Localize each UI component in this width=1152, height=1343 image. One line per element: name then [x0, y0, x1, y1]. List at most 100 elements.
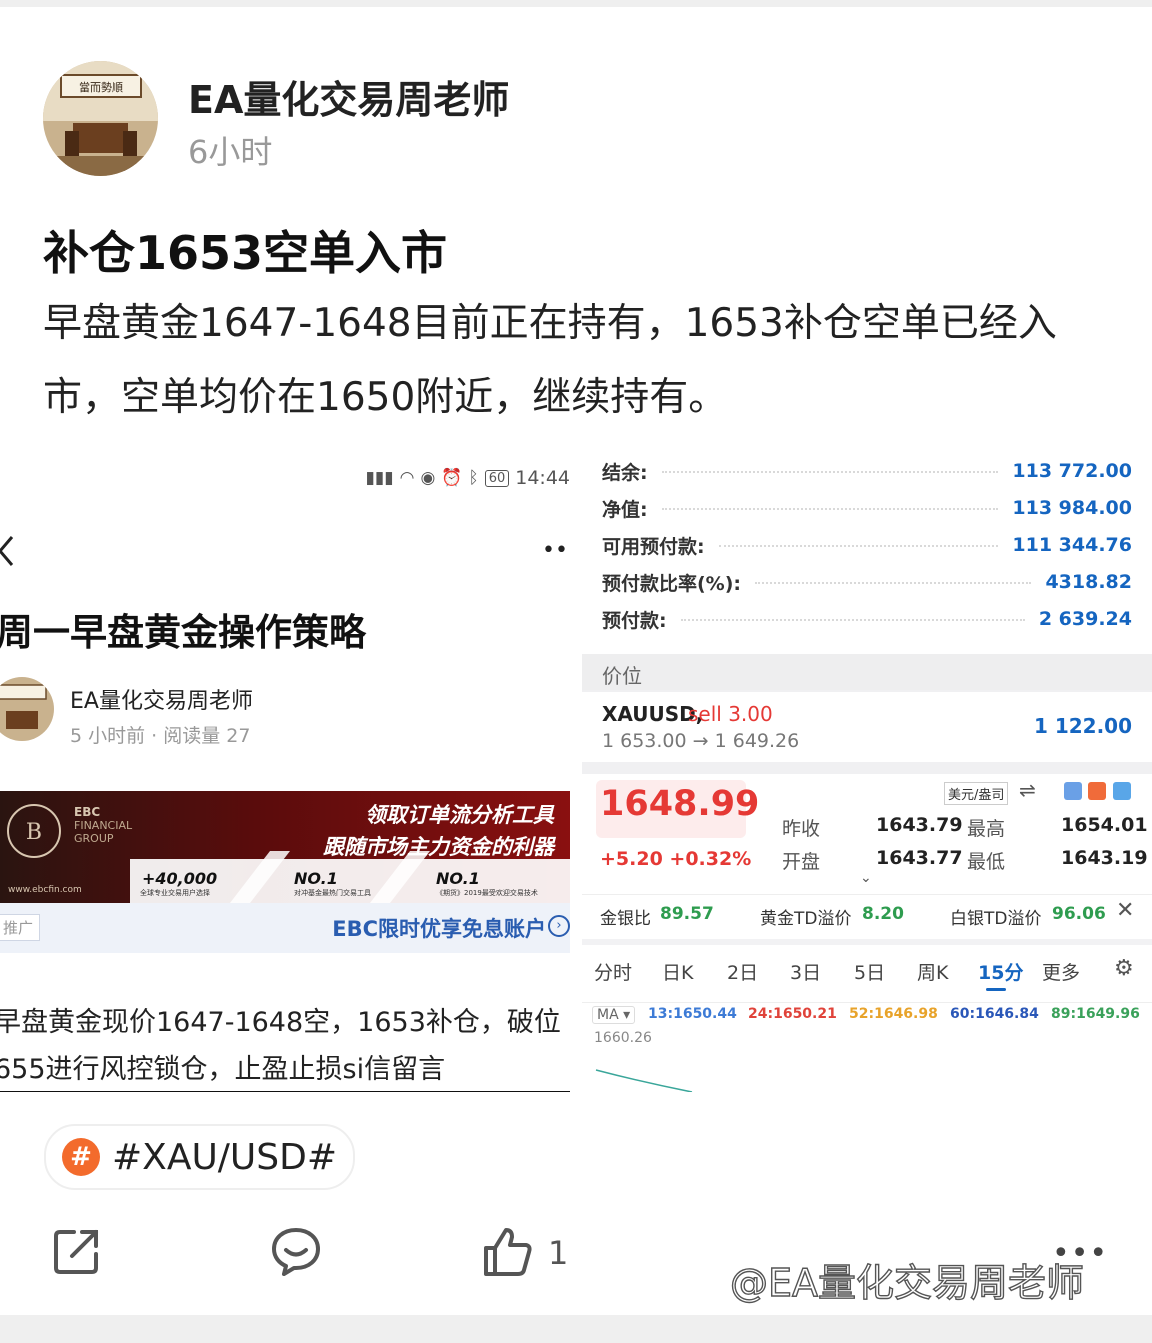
banner-stat3-sub: 《期货》2019最受欢迎交易技术 [436, 889, 538, 897]
account-value: 113 772.00 [1012, 460, 1132, 482]
period-tabs: 分时 日K 2日 3日 5日 周K 15分 更多 ⚙ [582, 954, 1152, 991]
tab-active-underline [986, 988, 1006, 991]
position-prices: 1 653.00 → 1 649.26 [602, 730, 800, 752]
tab-day-k[interactable]: 日K [662, 958, 693, 985]
banner-line2: 跟随市场主力资金的利器 [323, 834, 554, 859]
tab-fenshi[interactable]: 分时 [594, 958, 632, 985]
svg-text:B: B [26, 820, 42, 845]
account-value: 111 344.76 [1012, 534, 1132, 556]
positions-header-label: 价位 [602, 664, 642, 688]
back-icon[interactable] [0, 534, 16, 572]
promo-text[interactable]: EBC限时优享免息账户 [332, 913, 546, 943]
post-time: 6小时 [188, 133, 273, 171]
account-label: 预付款: [602, 609, 667, 632]
prev-close: 1643.79 [876, 814, 963, 836]
article-author[interactable]: EA量化交易周老师 [70, 683, 253, 715]
topic-tag[interactable]: # #XAU/USD# [44, 1124, 356, 1190]
banner-stat3: NO.1 [436, 869, 480, 888]
high-label: 最高 [967, 818, 1006, 840]
ratio-value: 96.06 [1052, 904, 1106, 924]
divider [582, 894, 1152, 895]
ebc-logo: EBC [74, 805, 101, 819]
promo-bar[interactable]: 推广 EBC限时优享免息账户 › [0, 903, 570, 953]
post-author[interactable]: EA量化交易周老师 [188, 69, 509, 124]
tab-5day[interactable]: 5日 [854, 958, 885, 985]
topic-tag-label: #XAU/USD# [112, 1136, 338, 1178]
tab-more[interactable]: 更多 [1042, 958, 1080, 985]
tab-week-k[interactable]: 周K [917, 958, 948, 985]
gear-icon[interactable]: ⚙ [1114, 956, 1134, 981]
like-icon[interactable] [482, 1226, 534, 1282]
swap-icon[interactable]: ⇌ [1019, 778, 1036, 802]
price-change: +5.20 +0.32% [600, 848, 752, 870]
ratio-label: 金银比 [600, 909, 651, 929]
signal-icon: ▮▮▮ [365, 468, 394, 488]
ma-24: 24:1650.21 [748, 1006, 837, 1022]
account-value: 2 639.24 [1038, 608, 1132, 630]
banner-line1: 领取订单流分析工具 [365, 802, 554, 827]
ratio-label: 黄金TD溢价 [760, 909, 852, 929]
ad-banner[interactable]: B EBC FINANCIAL GROUP 领取订单流分析工具 跟随市场主力资金… [0, 791, 570, 903]
bluetooth-icon: ᛒ [468, 468, 479, 488]
positions-header: 价位 [582, 654, 1152, 690]
status-time: 14:44 [515, 467, 570, 489]
account-row-free-margin: 可用预付款: 111 344.76 [602, 530, 1132, 560]
right-screenshot[interactable]: 结余: 113 772.00 净值: 113 984.00 可用预付款: 111 34… [582, 442, 1152, 1092]
position-row[interactable]: XAUUSD, sell 3.00 1 653.00 → 1 649.26 1 … [582, 692, 1152, 762]
post-card: 當而勢順 EA量化交易周老师 6小时 补仓1653空单入市 早盘黄金1647-1… [0, 7, 1152, 1315]
account-label: 预付款比率(%): [602, 572, 742, 595]
t-icon[interactable] [1088, 782, 1106, 800]
ratio-label: 白银TD溢价 [950, 909, 1042, 929]
open-label: 开盘 [782, 851, 821, 873]
tab-2day[interactable]: 2日 [727, 958, 758, 985]
account-label: 结余: [602, 461, 648, 484]
article-author-avatar[interactable] [0, 677, 54, 741]
post-body: 早盘黄金1647-1648目前正在持有，1653补仓空单已经入市，空单均价在16… [43, 301, 1057, 420]
open: 1643.77 [876, 847, 963, 869]
price-unit[interactable]: 美元/盎司 [944, 782, 1009, 805]
ebc-logo-sub: FINANCIAL GROUP [74, 819, 133, 845]
account-row-margin: 预付款: 2 639.24 [602, 604, 1132, 634]
chevron-down-icon[interactable]: ⌄ [860, 870, 872, 886]
chart-area [595, 1069, 693, 1092]
left-screenshot[interactable]: ▮▮▮ ◠ ◉ ⏰ ᛒ 60 14:44 •• 周一早盘黄金操作策略 EA量化交… [0, 442, 570, 1092]
low-label: 最低 [967, 851, 1006, 873]
close-icon[interactable]: ✕ [1116, 898, 1134, 923]
axis-top-label: 1660.26 [594, 1030, 652, 1046]
promo-arrow-icon[interactable]: › [548, 915, 570, 937]
account-row-equity: 净值: 113 984.00 [602, 493, 1132, 523]
watermark: @EA量化交易周老师 [729, 1260, 1085, 1305]
wifi-icon: ◠ [399, 468, 415, 488]
banner-stat1: +40,000 [142, 869, 218, 888]
battery-icon: 60 [484, 469, 510, 487]
banner-url: www.ebcfin.com [8, 885, 82, 895]
account-value: 113 984.00 [1012, 497, 1132, 519]
comment-icon[interactable] [270, 1226, 322, 1282]
banner-stat2-sub: 对冲基金最热门交易工具 [294, 889, 371, 897]
last-price: 1648.99 [600, 784, 760, 824]
position-profit: 1 122.00 [1033, 714, 1132, 738]
article-text-line2: 655进行风控锁仓，止盈止损si信留言 [0, 1054, 446, 1085]
account-row-margin-level: 预付款比率(%): 4318.82 [602, 567, 1132, 597]
position-side: sell 3.00 [688, 702, 773, 726]
more-icon[interactable]: •• [542, 538, 568, 563]
ratio-value: 89.57 [660, 904, 714, 924]
clock-icon[interactable] [1113, 782, 1131, 800]
ma-selector[interactable]: MA ▾ [592, 1006, 636, 1024]
tab-3day[interactable]: 3日 [790, 958, 821, 985]
ma-89: 89:1649.96 [1051, 1006, 1140, 1022]
ma-label: MA [597, 1007, 619, 1023]
account-label: 可用预付款: [602, 535, 705, 558]
tab-15min[interactable]: 15分 [978, 958, 1023, 985]
calc-icon[interactable] [1064, 782, 1082, 800]
promo-tag: 推广 [0, 914, 41, 941]
bottom-divider [0, 1091, 570, 1092]
ma-13: 13:1650.44 [648, 1006, 737, 1022]
article-meta: 5 小时前 · 阅读量 27 [70, 725, 251, 747]
alarm-icon: ⏰ [441, 468, 463, 488]
article-title: 周一早盘黄金操作策略 [0, 611, 366, 654]
share-icon[interactable] [52, 1226, 102, 1280]
article-text-line1: 早盘黄金现价1647-1648空，1653补仓，破位 [0, 1007, 561, 1038]
ratio-value: 8.20 [862, 904, 904, 924]
author-avatar[interactable]: 當而勢順 [43, 61, 158, 176]
